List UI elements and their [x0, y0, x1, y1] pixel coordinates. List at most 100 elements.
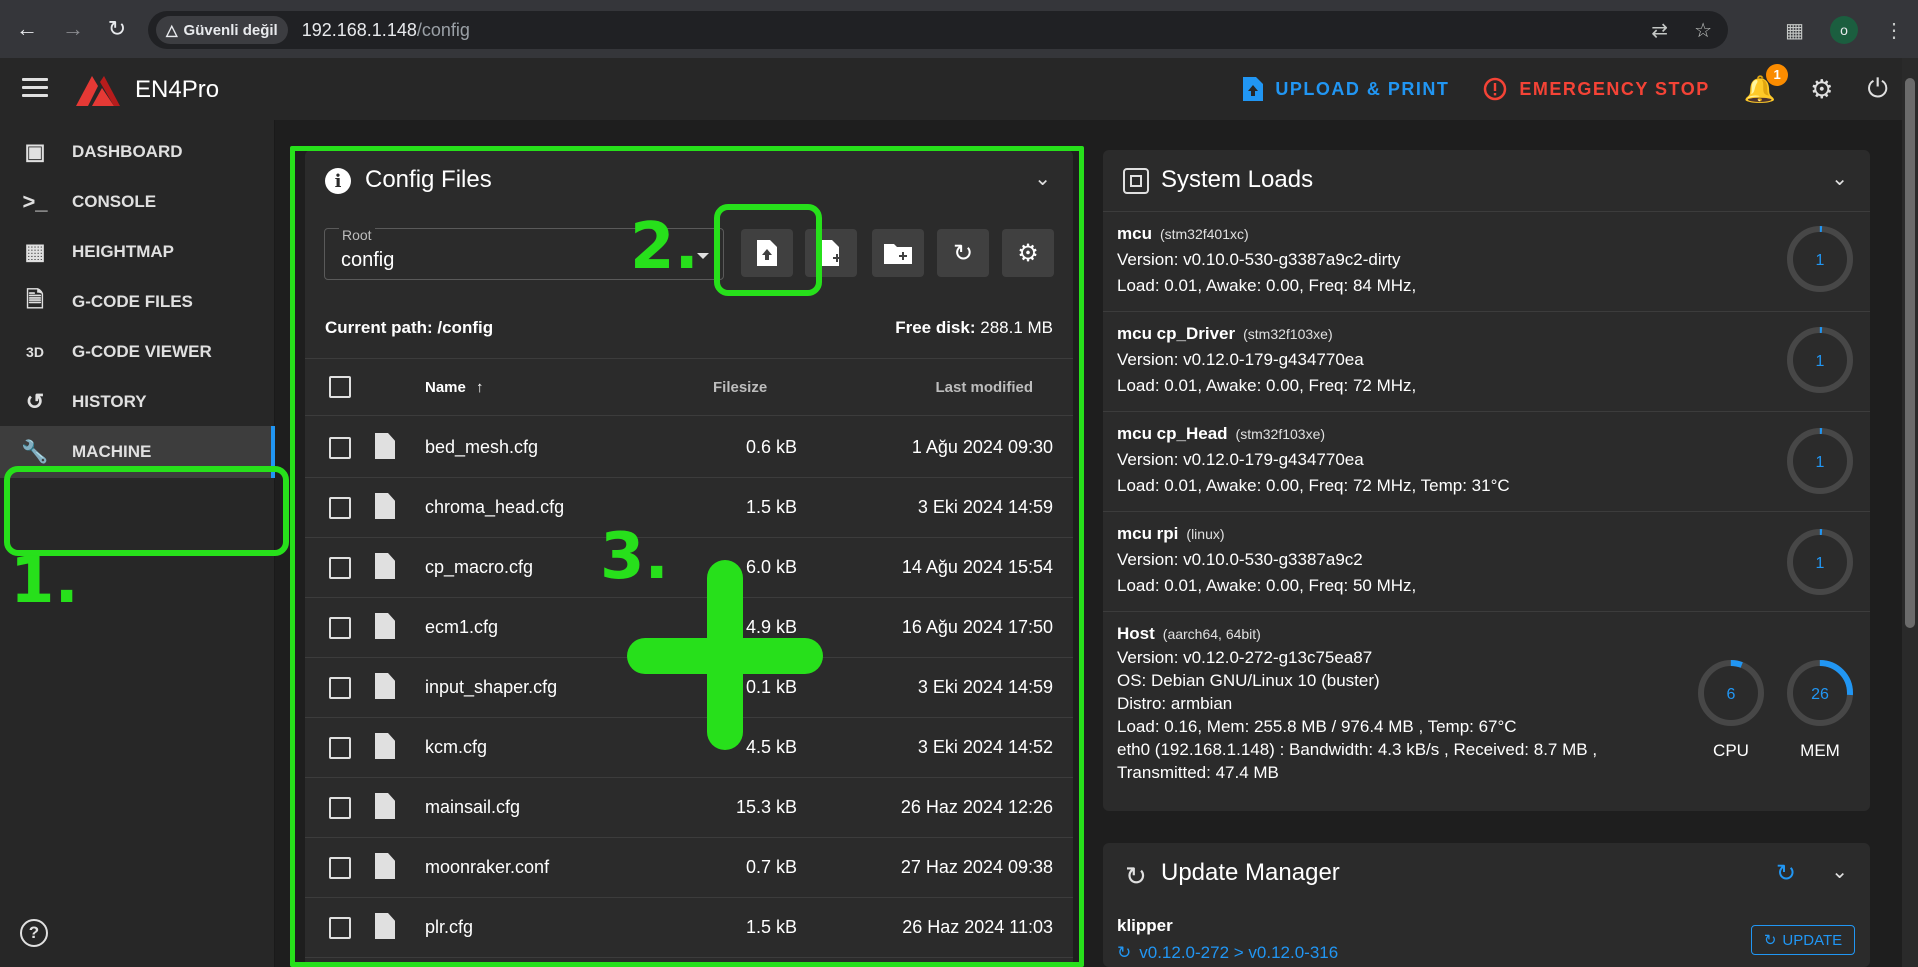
table-row[interactable]: kcm.cfg 4.5 kB 3 Eki 2024 14:52	[305, 718, 1073, 778]
mcu-load: Load: 0.01, Awake: 0.00, Freq: 84 MHz,	[1117, 276, 1417, 295]
mcu-version: Version: v0.12.0-179-g434770ea	[1117, 350, 1364, 369]
create-file-button[interactable]	[805, 229, 857, 277]
sidebar-item-console[interactable]: >_ CONSOLE	[0, 176, 275, 228]
url-host: 192.168.1.148	[301, 19, 417, 40]
file-name: cp_macro.cfg	[425, 557, 534, 577]
row-checkbox[interactable]	[329, 497, 351, 519]
sidebar-item-label: HEIGHTMAP	[72, 242, 174, 261]
sort-ascending-icon: ↑	[476, 379, 484, 396]
file-icon	[375, 493, 395, 519]
file-size: 4.5 kB	[745, 737, 797, 757]
select-all-checkbox[interactable]	[329, 376, 351, 398]
table-row[interactable]: moonraker.conf 0.7 kB 27 Haz 2024 09:38	[305, 838, 1073, 898]
scrollbar-thumb[interactable]	[1905, 78, 1915, 628]
grid-icon: ▦	[24, 239, 46, 264]
gauge-value: 1	[1816, 555, 1825, 572]
settings-button[interactable]: ⚙	[1002, 229, 1054, 277]
brand-name: EN4Pro	[135, 76, 220, 103]
sidebar-item-history[interactable]: ↺ HISTORY	[0, 376, 275, 428]
folder-plus-icon	[884, 244, 912, 264]
sidebar-item-machine[interactable]: 🔧 MACHINE	[0, 426, 275, 478]
update-button[interactable]: ↻ UPDATE	[1751, 925, 1855, 955]
url-path: /config	[416, 19, 470, 40]
row-checkbox[interactable]	[329, 737, 351, 759]
extensions-icon[interactable]: ▦	[1785, 18, 1804, 43]
host-transmitted: Transmitted: 47.4 MB	[1117, 763, 1279, 782]
name-column-header[interactable]: Name ↑	[425, 379, 484, 396]
update-item-version: v0.12.0-272 > v0.12.0-316	[1139, 943, 1339, 962]
file-name: bed_mesh.cfg	[425, 437, 539, 457]
row-checkbox[interactable]	[329, 917, 351, 939]
row-checkbox[interactable]	[329, 677, 351, 699]
mcu-name: mcu cp_Head	[1117, 424, 1228, 443]
table-row[interactable]: bed_mesh.cfg 0.6 kB 1 Ağu 2024 09:30	[305, 418, 1073, 478]
settings-cogs-icon[interactable]: ⚙	[1810, 74, 1833, 105]
row-checkbox[interactable]	[329, 617, 351, 639]
sidebar-item-gcode-viewer[interactable]: 3D G-CODE VIEWER	[0, 326, 275, 378]
create-folder-button[interactable]	[872, 229, 924, 277]
table-row[interactable]: mainsail.cfg 15.3 kB 26 Haz 2024 12:26	[305, 778, 1073, 838]
row-checkbox[interactable]	[329, 437, 351, 459]
url-text[interactable]: 192.168.1.148/config	[302, 20, 470, 41]
file-name: ecm1.cfg	[425, 617, 499, 637]
forward-arrow-icon[interactable]: →	[52, 8, 94, 50]
cpu-gauge: 6	[1698, 660, 1764, 726]
refresh-icon[interactable]: ↻	[1776, 859, 1796, 888]
page-scrollbar[interactable]	[1902, 58, 1918, 967]
update-item-version-row[interactable]: ↻ v0.12.0-272 > v0.12.0-316	[1117, 943, 1338, 963]
power-icon[interactable]: ⏻	[1867, 73, 1888, 105]
mcu-load: Load: 0.01, Awake: 0.00, Freq: 50 MHz,	[1117, 576, 1417, 595]
file-size: 1.5 kB	[745, 497, 797, 517]
table-row[interactable]: chroma_head.cfg 1.5 kB 3 Eki 2024 14:59	[305, 478, 1073, 538]
file-icon	[375, 433, 395, 459]
browser-menu-icon[interactable]: ⋮	[1884, 18, 1904, 43]
sidebar-item-label: CONSOLE	[72, 192, 157, 211]
bookmark-star-icon[interactable]: ☆	[1694, 18, 1712, 43]
address-bar[interactable]: △ Güvenli değil 192.168.1.148/config ⇄ ☆	[148, 11, 1728, 49]
reload-icon[interactable]: ↻	[96, 8, 138, 50]
table-row[interactable]: cp_macro.cfg 6.0 kB 14 Ağu 2024 15:54	[305, 538, 1073, 598]
sidebar-item-dashboard[interactable]: ▣ DASHBOARD	[0, 126, 275, 178]
file-document-icon: 🗎	[26, 287, 44, 312]
row-checkbox[interactable]	[329, 857, 351, 879]
file-upload-icon	[1243, 77, 1264, 101]
gauge-value: 1	[1816, 353, 1825, 370]
file-name: kcm.cfg	[425, 737, 488, 757]
update-manager-title: Update Manager	[1161, 859, 1340, 886]
upload-file-button[interactable]	[741, 229, 793, 277]
mcu-name: mcu rpi	[1117, 524, 1179, 543]
mem-value: 26	[1811, 686, 1829, 703]
sidebar-item-label: MACHINE	[72, 442, 152, 461]
table-row[interactable]: plr.cfg 1.5 kB 26 Haz 2024 11:03	[305, 898, 1073, 958]
update-icon: ↻	[1763, 932, 1777, 949]
chevron-down-icon[interactable]: ⌄	[1034, 166, 1051, 191]
upload-print-button[interactable]: UPLOAD & PRINT	[1243, 77, 1449, 101]
refresh-button[interactable]: ↻	[937, 229, 989, 277]
file-modified: 3 Eki 2024 14:59	[917, 497, 1053, 517]
sidebar-item-gcode-files[interactable]: 🗎 G-CODE FILES	[0, 276, 275, 328]
row-checkbox[interactable]	[329, 557, 351, 579]
translate-icon[interactable]: ⇄	[1651, 18, 1668, 43]
refresh-icon: ↻	[952, 239, 974, 267]
modified-column-header[interactable]: Last modified	[935, 379, 1033, 396]
file-icon	[375, 613, 395, 639]
filesize-column-header[interactable]: Filesize	[713, 379, 767, 396]
file-modified: 1 Ağu 2024 09:30	[911, 437, 1053, 457]
profile-avatar[interactable]: o	[1830, 16, 1858, 44]
wrench-icon: 🔧	[21, 439, 49, 464]
chevron-down-icon[interactable]: ⌄	[1831, 859, 1848, 884]
chevron-down-icon[interactable]: ⌄	[1831, 166, 1848, 191]
sidebar-item-label: G-CODE VIEWER	[72, 342, 212, 361]
back-arrow-icon[interactable]: ←	[6, 8, 48, 50]
notifications-button[interactable]: 🔔 1	[1744, 63, 1789, 105]
sidebar-item-heightmap[interactable]: ▦ HEIGHTMAP	[0, 226, 275, 278]
gauge-value: 1	[1816, 252, 1825, 269]
emergency-stop-button[interactable]: EMERGENCY STOP	[1483, 77, 1709, 101]
file-name: chroma_head.cfg	[425, 497, 565, 517]
help-icon[interactable]: ?	[20, 919, 48, 947]
hamburger-menu-icon[interactable]	[22, 78, 48, 98]
info-icon: i	[325, 168, 351, 194]
file-size: 15.3 kB	[735, 797, 797, 817]
row-checkbox[interactable]	[329, 797, 351, 819]
security-chip[interactable]: △ Güvenli değil	[156, 16, 288, 44]
